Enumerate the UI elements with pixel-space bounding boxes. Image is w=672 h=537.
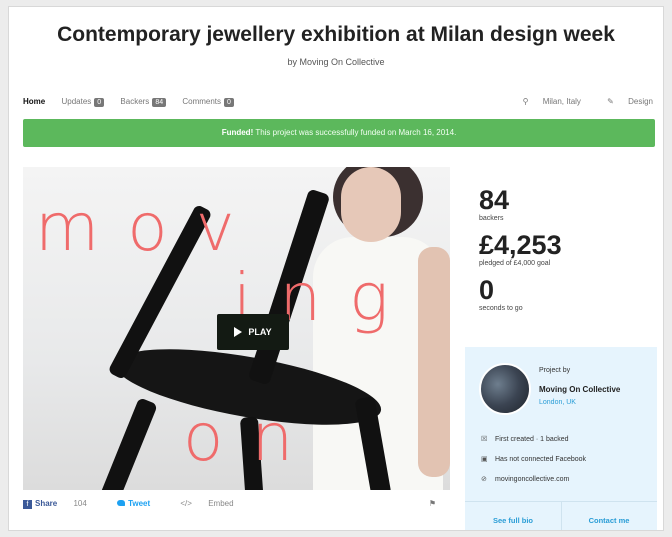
facebook-icon: f [23,500,32,509]
pledged-amount: £4,253 [479,230,562,260]
creator-location[interactable]: London, UK [539,399,576,406]
twitter-icon [117,500,126,506]
embed-icon: </> [180,499,192,508]
embed-label: Embed [208,499,234,508]
location-link[interactable]: ⚲ Milan, Italy [511,97,581,106]
facebook-icon: ▣ [481,456,488,463]
page-title: Contemporary jewellery exhibition at Mil… [57,23,615,46]
facebook-info: ▣ Has not connected Facebook [481,455,586,463]
contact-me-button[interactable]: Contact me [561,505,657,530]
funded-text: This project was successfully funded on … [255,128,457,137]
play-button[interactable]: PLAY [217,314,289,350]
share-bar: f Share 104 Tweet </> Embed ⚑ [23,499,450,519]
tweet-button[interactable]: Tweet [117,499,164,508]
embed-button[interactable]: </> Embed [180,499,247,508]
website-info[interactable]: ⊘ movingoncollective.com [481,475,569,483]
play-icon [234,327,243,337]
facebook-text: Has not connected Facebook [495,456,587,463]
tab-home[interactable]: Home [23,97,45,106]
play-label: PLAY [248,327,272,337]
tab-comments-label: Comments [182,97,222,106]
project-stats: 84 backers £4,253 pledged of £4,000 goal… [479,185,659,320]
comments-count-badge: 0 [224,98,234,107]
tweet-label: Tweet [128,499,151,508]
funded-banner: Funded! This project was successfully fu… [23,119,655,147]
video-person-arm [418,247,450,477]
project-byline[interactable]: by Moving On Collective [9,57,663,67]
time-remaining-label: seconds to go [479,305,523,312]
project-page: Contemporary jewellery exhibition at Mil… [8,6,664,531]
backers-count: 84 [479,185,510,215]
pledged-label: pledged of £4,000 goal [479,260,551,267]
link-icon: ⊘ [481,476,487,483]
category-label: Design [628,97,653,106]
see-full-bio-button[interactable]: See full bio [465,505,561,530]
facebook-share-button[interactable]: f Share 104 [23,499,101,509]
project-meta: ⚲ Milan, Italy ✎ Design [499,97,653,106]
tab-comments[interactable]: Comments 0 [182,97,234,107]
tab-updates[interactable]: Updates 0 [61,97,105,107]
tag-icon: ✎ [607,97,614,106]
time-remaining: 0 [479,275,495,305]
location-label: Milan, Italy [542,97,581,106]
facebook-share-count: 104 [73,499,87,508]
backers-label: backers [479,215,504,222]
backers-count-badge: 84 [152,98,167,107]
creator-name[interactable]: Moving On Collective [539,385,620,394]
creator-icon: ☒ [481,436,488,443]
funded-strong: Funded! [221,128,254,137]
updates-count-badge: 0 [94,98,105,107]
project-by-label: Project by [539,367,571,374]
map-pin-icon: ⚲ [522,97,529,106]
avatar[interactable] [479,363,531,415]
category-link[interactable]: ✎ Design [595,97,653,106]
first-created-info: ☒ First created · 1 backed [481,435,569,443]
tab-updates-label: Updates [61,97,92,106]
first-created-text: First created · 1 backed [495,436,569,443]
creator-card: Project by Moving On Collective London, … [465,347,657,530]
video-person-face [341,167,401,242]
project-video[interactable]: mov ing on PLAY [23,167,450,490]
tab-backers[interactable]: Backers 84 [120,97,167,107]
report-flag-icon[interactable]: ⚑ [429,499,436,508]
video-overlay-text-1: mov [35,189,263,266]
tab-home-label: Home [23,97,46,106]
project-nav: Home Updates 0 Backers 84 Comments 0 ⚲ Mila… [23,97,653,115]
tab-backers-label: Backers [120,97,150,106]
website-text: movingoncollective.com [495,476,570,483]
facebook-share-label: Share [35,499,58,508]
video-overlay-text-3: on [183,399,322,476]
